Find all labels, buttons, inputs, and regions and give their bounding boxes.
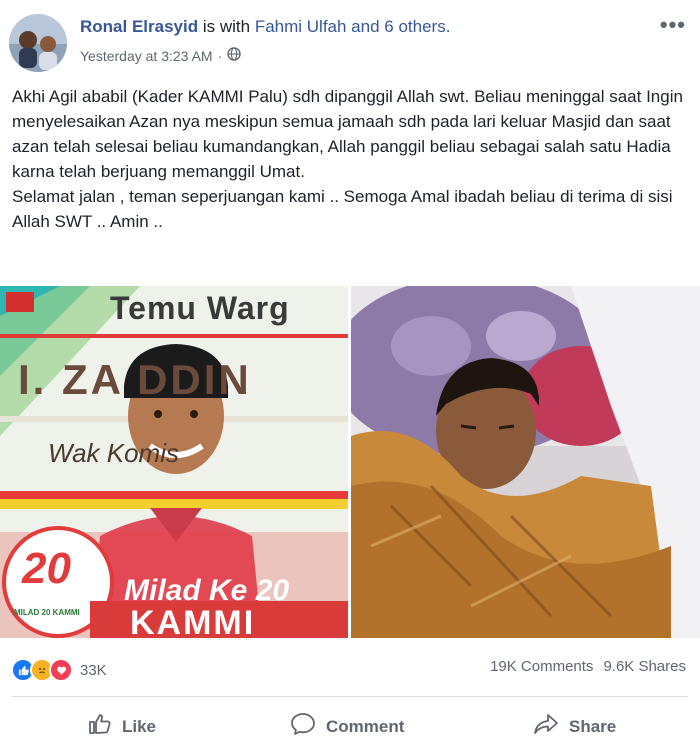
like-button[interactable]: Like xyxy=(88,712,156,741)
post-paragraph: Akhi Agil ababil (Kader KAMMI Palu) sdh … xyxy=(12,87,683,181)
meta-separator: · xyxy=(217,47,223,64)
kammi-text: KAMMI xyxy=(130,604,256,638)
facebook-post: Ronal Elrasyid is with Fahmi Ulfah and 6… xyxy=(0,0,700,755)
tagged-people-link[interactable]: Fahmi Ulfah and 6 others. xyxy=(255,17,451,36)
comments-count[interactable]: 19K Comments xyxy=(490,658,593,675)
banner-name-text: I. ZA DDIN xyxy=(18,356,252,403)
logo-caption: MILAD 20 KAMMI xyxy=(14,608,80,617)
post-timestamp[interactable]: Yesterday at 3:23 AM xyxy=(80,48,213,64)
comment-bubble-icon xyxy=(290,712,316,741)
share-label: Share xyxy=(569,716,617,736)
comment-button[interactable]: Comment xyxy=(290,712,404,741)
post-meta: Yesterday at 3:23 AM · xyxy=(80,47,241,64)
reaction-count[interactable]: 33K xyxy=(80,662,107,679)
banner-sub-text: Wak Komis xyxy=(48,438,179,468)
milad-text: Milad Ke 20 xyxy=(124,574,290,607)
engagement-counts: 19K Comments 9.6K Shares xyxy=(490,658,686,675)
share-button[interactable]: Share xyxy=(533,712,616,741)
author-name[interactable]: Ronal Elrasyid xyxy=(80,17,198,36)
post-paragraph: Selamat jalan , teman seperjuangan kami … xyxy=(12,187,673,231)
reactions-summary[interactable]: 33K xyxy=(11,658,107,682)
photo-banner-portrait[interactable]: Temu Warg I. ZA DDIN Wak Komis 20 MILAD … xyxy=(0,286,348,638)
share-arrow-icon xyxy=(533,712,559,741)
like-label: Like xyxy=(122,716,157,736)
with-text: is with xyxy=(202,17,251,36)
shares-count[interactable]: 9.6K Shares xyxy=(603,658,686,675)
post-text: Akhi Agil ababil (Kader KAMMI Palu) sdh … xyxy=(12,84,692,234)
logo-number: 20 xyxy=(22,544,71,593)
banner-top-text: Temu Warg xyxy=(110,290,290,326)
love-reaction-icon xyxy=(49,658,73,682)
author-avatar[interactable] xyxy=(9,14,67,72)
more-options-icon[interactable]: ••• xyxy=(660,12,686,38)
divider xyxy=(12,696,688,697)
author-line: Ronal Elrasyid is with Fahmi Ulfah and 6… xyxy=(80,17,450,37)
thumbs-up-icon xyxy=(88,712,112,741)
comment-label: Comment xyxy=(326,716,405,736)
globe-icon[interactable] xyxy=(227,47,241,64)
photo-deceased[interactable] xyxy=(351,286,700,638)
